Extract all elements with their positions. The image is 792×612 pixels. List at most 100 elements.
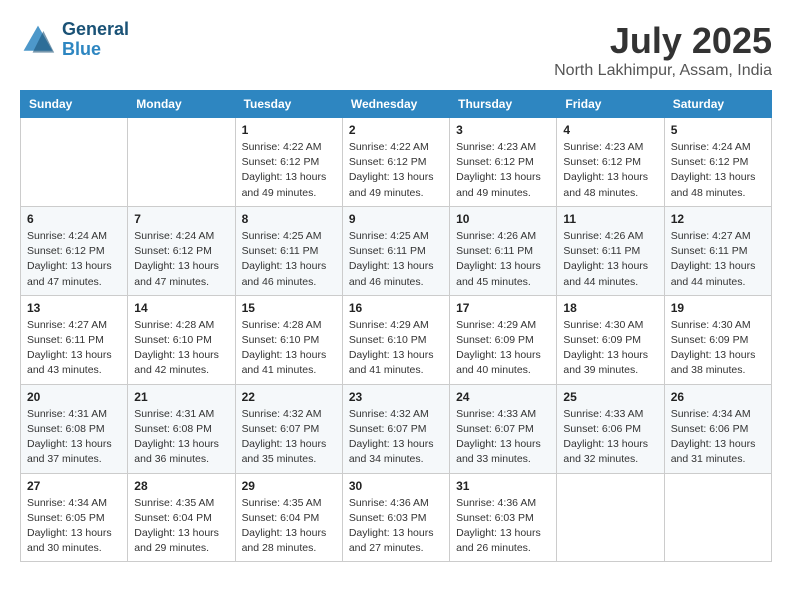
calendar-cell: 4 Sunrise: 4:23 AM Sunset: 6:12 PM Daylig… [557, 118, 664, 207]
weekday-header-sunday: Sunday [21, 91, 128, 118]
day-number: 30 [349, 479, 443, 493]
calendar-cell: 12Sunrise: 4:27 AM Sunset: 6:11 PM Dayli… [664, 206, 771, 295]
day-info: Sunrise: 4:22 AM Sunset: 6:12 PM Dayligh… [349, 140, 443, 201]
day-number: 19 [671, 301, 765, 315]
calendar-cell: 29Sunrise: 4:35 AM Sunset: 6:04 PM Dayli… [235, 473, 342, 562]
day-info: Sunrise: 4:29 AM Sunset: 6:09 PM Dayligh… [456, 318, 550, 379]
day-number: 28 [134, 479, 228, 493]
calendar-cell: 14 Sunrise: 4:28 AM Sunset: 6:10 PM Dayli… [128, 295, 235, 384]
location-title: North Lakhimpur, Assam, India [554, 62, 772, 80]
calendar-cell: 18Sunrise: 4:30 AM Sunset: 6:09 PM Dayli… [557, 295, 664, 384]
day-number: 8 [242, 212, 336, 226]
calendar-cell: 19 Sunrise: 4:30 AM Sunset: 6:09 PM Dayli… [664, 295, 771, 384]
calendar-cell: 17 Sunrise: 4:29 AM Sunset: 6:09 PM Dayli… [450, 295, 557, 384]
day-info: Sunrise: 4:34 AM Sunset: 6:05 PM Dayligh… [27, 496, 121, 557]
day-number: 1 [242, 123, 336, 137]
day-number: 6 [27, 212, 121, 226]
day-number: 5 [671, 123, 765, 137]
calendar-week-row: 6Sunrise: 4:24 AM Sunset: 6:12 PM Daylig… [21, 206, 772, 295]
calendar-week-row: 1 Sunrise: 4:22 AM Sunset: 6:12 PM Daylig… [21, 118, 772, 207]
calendar-cell [664, 473, 771, 562]
day-number: 4 [563, 123, 657, 137]
day-info: Sunrise: 4:32 AM Sunset: 6:07 PM Dayligh… [349, 407, 443, 468]
calendar-cell: 11Sunrise: 4:26 AM Sunset: 6:11 PM Dayli… [557, 206, 664, 295]
day-number: 13 [27, 301, 121, 315]
day-info: Sunrise: 4:27 AM Sunset: 6:11 PM Dayligh… [27, 318, 121, 379]
calendar-cell [557, 473, 664, 562]
day-info: Sunrise: 4:33 AM Sunset: 6:07 PM Dayligh… [456, 407, 550, 468]
weekday-header-tuesday: Tuesday [235, 91, 342, 118]
calendar-cell: 9 Sunrise: 4:25 AM Sunset: 6:11 PM Daylig… [342, 206, 449, 295]
day-info: Sunrise: 4:35 AM Sunset: 6:04 PM Dayligh… [134, 496, 228, 557]
calendar-cell: 7Sunrise: 4:24 AM Sunset: 6:12 PM Daylig… [128, 206, 235, 295]
day-number: 25 [563, 390, 657, 404]
day-info: Sunrise: 4:29 AM Sunset: 6:10 PM Dayligh… [349, 318, 443, 379]
day-info: Sunrise: 4:28 AM Sunset: 6:10 PM Dayligh… [134, 318, 228, 379]
calendar-cell: 6Sunrise: 4:24 AM Sunset: 6:12 PM Daylig… [21, 206, 128, 295]
calendar-cell: 25 Sunrise: 4:33 AM Sunset: 6:06 PM Dayli… [557, 384, 664, 473]
day-number: 23 [349, 390, 443, 404]
calendar-cell: 24 Sunrise: 4:33 AM Sunset: 6:07 PM Dayli… [450, 384, 557, 473]
calendar-cell: 27 Sunrise: 4:34 AM Sunset: 6:05 PM Dayli… [21, 473, 128, 562]
calendar-cell: 26 Sunrise: 4:34 AM Sunset: 6:06 PM Dayli… [664, 384, 771, 473]
day-number: 11 [563, 212, 657, 226]
day-number: 2 [349, 123, 443, 137]
calendar-cell: 5Sunrise: 4:24 AM Sunset: 6:12 PM Daylig… [664, 118, 771, 207]
day-number: 14 [134, 301, 228, 315]
day-info: Sunrise: 4:22 AM Sunset: 6:12 PM Dayligh… [242, 140, 336, 201]
calendar-cell: 30Sunrise: 4:36 AM Sunset: 6:03 PM Dayli… [342, 473, 449, 562]
day-number: 24 [456, 390, 550, 404]
day-info: Sunrise: 4:25 AM Sunset: 6:11 PM Dayligh… [242, 229, 336, 290]
weekday-header-row: SundayMondayTuesdayWednesdayThursdayFrid… [21, 91, 772, 118]
calendar-cell: 22 Sunrise: 4:32 AM Sunset: 6:07 PM Dayli… [235, 384, 342, 473]
calendar-cell: 8 Sunrise: 4:25 AM Sunset: 6:11 PM Daylig… [235, 206, 342, 295]
calendar-cell: 15Sunrise: 4:28 AM Sunset: 6:10 PM Dayli… [235, 295, 342, 384]
calendar-week-row: 27 Sunrise: 4:34 AM Sunset: 6:05 PM Dayli… [21, 473, 772, 562]
day-number: 16 [349, 301, 443, 315]
day-number: 7 [134, 212, 228, 226]
day-number: 15 [242, 301, 336, 315]
day-info: Sunrise: 4:26 AM Sunset: 6:11 PM Dayligh… [456, 229, 550, 290]
day-info: Sunrise: 4:23 AM Sunset: 6:12 PM Dayligh… [563, 140, 657, 201]
day-info: Sunrise: 4:31 AM Sunset: 6:08 PM Dayligh… [27, 407, 121, 468]
page-header: General Blue July 2025 North Lakhimpur, … [20, 20, 772, 80]
day-info: Sunrise: 4:34 AM Sunset: 6:06 PM Dayligh… [671, 407, 765, 468]
calendar-cell: 28 Sunrise: 4:35 AM Sunset: 6:04 PM Dayli… [128, 473, 235, 562]
day-number: 26 [671, 390, 765, 404]
calendar-table: SundayMondayTuesdayWednesdayThursdayFrid… [20, 90, 772, 562]
calendar-cell: 20 Sunrise: 4:31 AM Sunset: 6:08 PM Dayli… [21, 384, 128, 473]
day-number: 18 [563, 301, 657, 315]
day-info: Sunrise: 4:25 AM Sunset: 6:11 PM Dayligh… [349, 229, 443, 290]
calendar-week-row: 13 Sunrise: 4:27 AM Sunset: 6:11 PM Dayli… [21, 295, 772, 384]
day-number: 17 [456, 301, 550, 315]
weekday-header-thursday: Thursday [450, 91, 557, 118]
weekday-header-friday: Friday [557, 91, 664, 118]
calendar-cell: 21 Sunrise: 4:31 AM Sunset: 6:08 PM Dayli… [128, 384, 235, 473]
day-number: 9 [349, 212, 443, 226]
logo-icon [20, 22, 56, 58]
day-info: Sunrise: 4:33 AM Sunset: 6:06 PM Dayligh… [563, 407, 657, 468]
calendar-cell: 3 Sunrise: 4:23 AM Sunset: 6:12 PM Daylig… [450, 118, 557, 207]
calendar-cell [128, 118, 235, 207]
day-number: 20 [27, 390, 121, 404]
day-info: Sunrise: 4:30 AM Sunset: 6:09 PM Dayligh… [671, 318, 765, 379]
calendar-cell: 23 Sunrise: 4:32 AM Sunset: 6:07 PM Dayli… [342, 384, 449, 473]
day-number: 21 [134, 390, 228, 404]
day-number: 3 [456, 123, 550, 137]
day-number: 12 [671, 212, 765, 226]
day-info: Sunrise: 4:31 AM Sunset: 6:08 PM Dayligh… [134, 407, 228, 468]
weekday-header-wednesday: Wednesday [342, 91, 449, 118]
day-info: Sunrise: 4:35 AM Sunset: 6:04 PM Dayligh… [242, 496, 336, 557]
day-info: Sunrise: 4:23 AM Sunset: 6:12 PM Dayligh… [456, 140, 550, 201]
day-info: Sunrise: 4:32 AM Sunset: 6:07 PM Dayligh… [242, 407, 336, 468]
day-number: 27 [27, 479, 121, 493]
weekday-header-saturday: Saturday [664, 91, 771, 118]
calendar-cell: 2 Sunrise: 4:22 AM Sunset: 6:12 PM Daylig… [342, 118, 449, 207]
day-number: 22 [242, 390, 336, 404]
weekday-header-monday: Monday [128, 91, 235, 118]
logo-text: General Blue [62, 20, 129, 60]
calendar-cell: 31Sunrise: 4:36 AM Sunset: 6:03 PM Dayli… [450, 473, 557, 562]
logo: General Blue [20, 20, 129, 60]
title-block: July 2025 North Lakhimpur, Assam, India [554, 20, 772, 80]
calendar-cell [21, 118, 128, 207]
